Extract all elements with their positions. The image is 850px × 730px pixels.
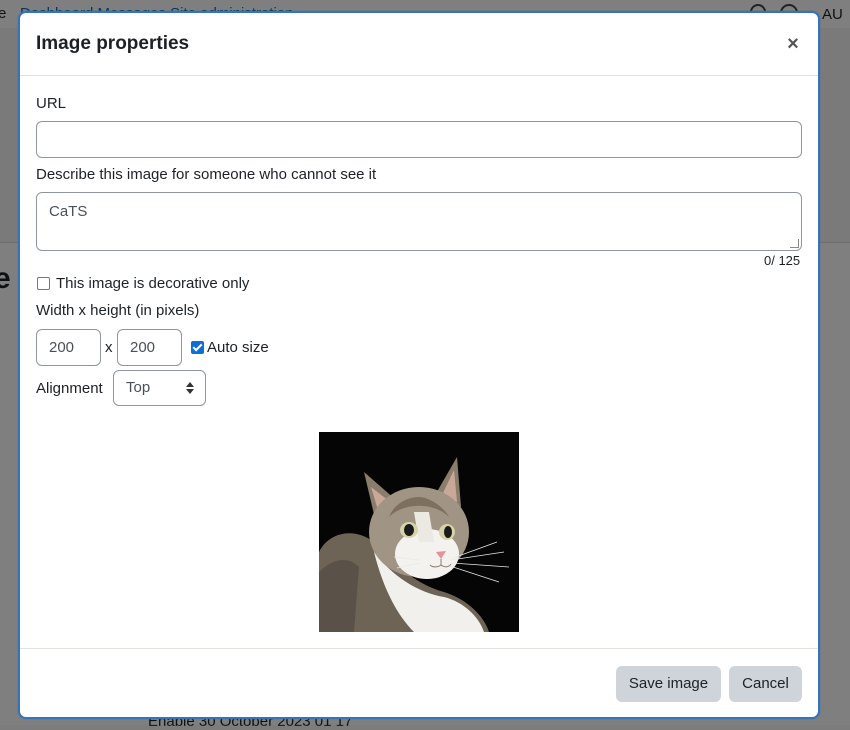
height-input[interactable]: 200: [117, 329, 182, 366]
alignment-select[interactable]: Top: [113, 370, 206, 406]
width-input[interactable]: 200: [36, 329, 101, 366]
decorative-label[interactable]: This image is decorative only: [56, 275, 249, 292]
image-properties-dialog: Image properties × URL Describe this ima…: [18, 11, 820, 719]
alt-text-value: CaTS: [49, 203, 88, 220]
decorative-checkbox[interactable]: [37, 277, 50, 290]
dialog-title: Image properties: [36, 33, 190, 54]
alt-text-textarea[interactable]: CaTS: [36, 192, 802, 251]
select-arrows-icon: [186, 382, 194, 394]
alignment-label: Alignment: [36, 380, 103, 397]
close-icon[interactable]: ×: [782, 33, 804, 55]
character-counter: 0/ 125: [764, 253, 801, 268]
image-preview: [319, 432, 519, 632]
resize-handle-icon[interactable]: [790, 239, 799, 248]
size-label: Width x height (in pixels): [36, 302, 200, 319]
dialog-header: Image properties ×: [20, 13, 818, 76]
url-label: URL: [36, 95, 67, 112]
cat-image: [319, 432, 519, 632]
alignment-value: Top: [126, 379, 151, 396]
save-image-button[interactable]: Save image: [616, 666, 721, 702]
autosize-checkbox[interactable]: [191, 341, 204, 354]
dialog-footer: Save image Cancel: [20, 648, 818, 717]
autosize-label[interactable]: Auto size: [207, 339, 269, 356]
alt-text-label: Describe this image for someone who cann…: [36, 166, 377, 183]
url-input[interactable]: [36, 121, 802, 158]
cancel-button[interactable]: Cancel: [729, 666, 802, 702]
size-separator: x: [105, 339, 113, 356]
